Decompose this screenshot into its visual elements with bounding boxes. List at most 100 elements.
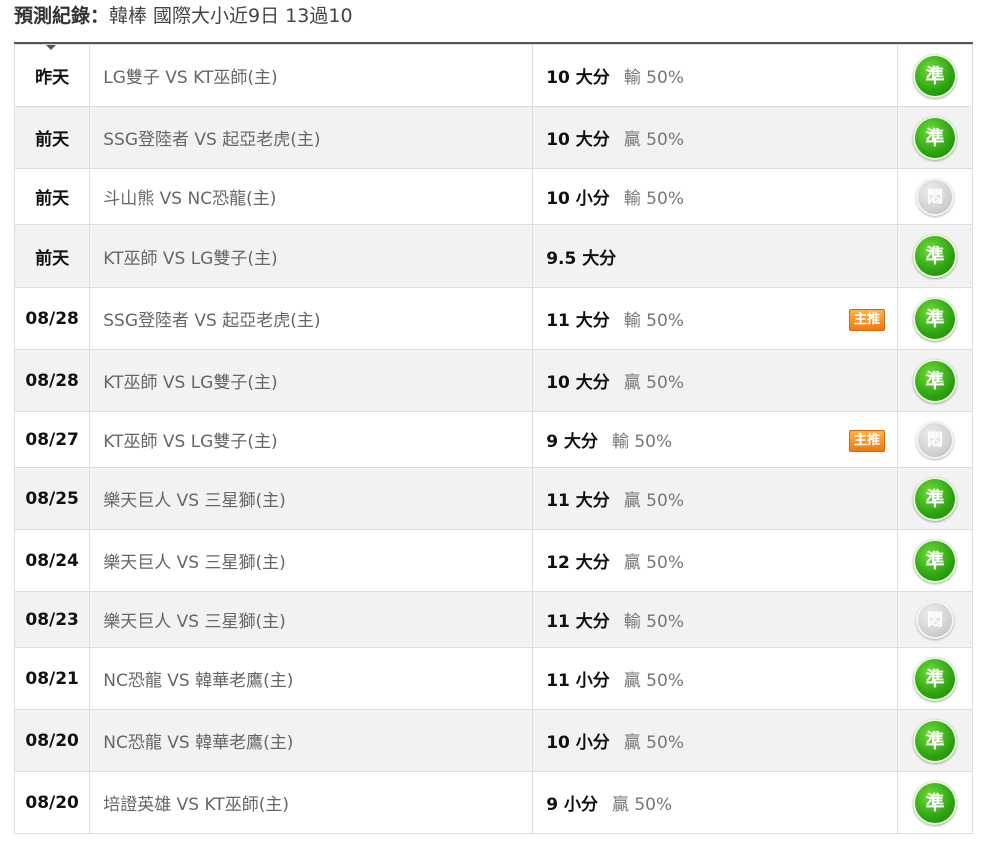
row-pick-cell: 11 小分贏 50% <box>532 647 899 710</box>
row-result-cell: 準 <box>897 224 973 288</box>
row-date: 前天 <box>13 224 91 288</box>
row-result-cell: 準 <box>897 529 973 592</box>
row-pick: 11 大分 <box>546 311 610 331</box>
row-date: 08/28 <box>13 349 91 412</box>
row-pick-odds: 贏 50% <box>623 491 684 511</box>
result-accurate-icon: 準 <box>913 358 958 403</box>
row-result-cell: 準 <box>897 106 973 169</box>
row-pick-odds: 贏 50% <box>623 553 684 573</box>
table-row: 08/28 SSG登陸者 VS 起亞老虎(主) 11 大分輸 50% 主推 準 <box>13 287 973 350</box>
result-accurate-icon: 準 <box>913 115 958 160</box>
row-match[interactable]: SSG登陸者 VS 起亞老虎(主) <box>89 287 534 350</box>
row-result-cell: 悶 <box>897 411 973 468</box>
row-pick-cell: 9.5 大分 <box>532 224 899 288</box>
row-date: 08/24 <box>13 529 91 592</box>
row-match[interactable]: KT巫師 VS LG雙子(主) <box>89 411 534 468</box>
row-result-cell: 準 <box>897 709 973 772</box>
table-row: 08/20 NC恐龍 VS 韓華老鷹(主) 10 小分贏 50% 準 <box>13 709 973 772</box>
row-pick-cell: 12 大分贏 50% <box>532 529 899 592</box>
result-accurate-icon: 準 <box>913 780 958 825</box>
row-match[interactable]: SSG登陸者 VS 起亞老虎(主) <box>89 106 534 169</box>
row-pick: 9.5 大分 <box>546 248 617 269</box>
row-result-cell: 準 <box>897 349 973 412</box>
row-pick: 9 大分 <box>546 432 598 452</box>
row-date: 08/20 <box>13 771 91 834</box>
row-pick-cell: 11 大分贏 50% <box>532 467 899 530</box>
row-result-cell: 準 <box>897 287 973 350</box>
row-result-cell: 悶 <box>897 168 973 225</box>
row-pick-cell: 10 大分贏 50% <box>532 349 899 412</box>
row-match[interactable]: KT巫師 VS LG雙子(主) <box>89 224 534 288</box>
table-row: 前天 KT巫師 VS LG雙子(主) 9.5 大分 準 <box>13 224 973 288</box>
row-match[interactable]: 樂天巨人 VS 三星獅(主) <box>89 529 534 592</box>
row-pick: 10 小分 <box>546 733 610 753</box>
row-pick: 9 小分 <box>546 795 598 815</box>
header-title: 韓棒 國際大小近9日 13過10 <box>109 5 353 27</box>
result-accurate-icon: 準 <box>913 296 958 341</box>
row-match[interactable]: 樂天巨人 VS 三星獅(主) <box>89 467 534 530</box>
row-pick-odds: 贏 50% <box>623 130 684 150</box>
row-result-cell: 悶 <box>897 591 973 648</box>
result-accurate-icon: 準 <box>913 476 958 521</box>
table-row: 08/21 NC恐龍 VS 韓華老鷹(主) 11 小分贏 50% 準 <box>13 647 973 710</box>
row-pick: 10 大分 <box>546 68 610 88</box>
result-accurate-icon: 準 <box>913 538 958 583</box>
row-date: 前天 <box>13 106 91 169</box>
featured-pick-badge: 主推 <box>849 429 886 452</box>
featured-pick-badge: 主推 <box>849 308 886 331</box>
row-date: 08/21 <box>13 647 91 710</box>
table-row: 前天 SSG登陸者 VS 起亞老虎(主) 10 大分贏 50% 準 <box>13 106 973 169</box>
row-pick-cell: 10 小分贏 50% <box>532 709 899 772</box>
row-pick: 10 小分 <box>546 189 610 209</box>
row-pick-cell: 10 大分輸 50% <box>532 44 899 107</box>
row-pick-odds: 輸 50% <box>623 311 684 331</box>
row-match[interactable]: 斗山熊 VS NC恐龍(主) <box>89 168 534 225</box>
row-result-cell: 準 <box>897 771 973 834</box>
row-date: 08/25 <box>13 467 91 530</box>
row-pick-cell: 9 大分輸 50% 主推 <box>532 411 899 468</box>
row-pick: 10 大分 <box>546 130 610 150</box>
row-date: 前天 <box>13 168 91 225</box>
row-match[interactable]: LG雙子 VS KT巫師(主) <box>89 44 534 107</box>
row-pick-odds: 贏 50% <box>623 373 684 393</box>
row-match[interactable]: 培證英雄 VS KT巫師(主) <box>89 771 534 834</box>
row-date: 08/28 <box>13 287 91 350</box>
row-pick-odds: 輸 50% <box>611 432 673 452</box>
row-date: 08/23 <box>13 591 91 648</box>
page-header: 預測紀錄：韓棒 國際大小近9日 13過10 <box>14 0 353 34</box>
row-result-cell: 準 <box>897 44 973 107</box>
row-pick-odds: 贏 50% <box>611 795 673 815</box>
table-row: 08/24 樂天巨人 VS 三星獅(主) 12 大分贏 50% 準 <box>13 529 973 592</box>
row-result-cell: 準 <box>897 647 973 710</box>
result-miss-icon: 悶 <box>916 177 955 216</box>
header-label: 預測紀錄： <box>14 5 110 27</box>
result-accurate-icon: 準 <box>913 234 958 278</box>
table-row: 08/20 培證英雄 VS KT巫師(主) 9 小分贏 50% 準 <box>13 771 973 834</box>
row-pick-cell: 9 小分贏 50% <box>532 771 899 834</box>
row-match[interactable]: KT巫師 VS LG雙子(主) <box>89 349 534 412</box>
table-row: 昨天 LG雙子 VS KT巫師(主) 10 大分輸 50% 準 <box>13 44 973 107</box>
row-match[interactable]: NC恐龍 VS 韓華老鷹(主) <box>89 709 534 772</box>
table-row: 08/27 KT巫師 VS LG雙子(主) 9 大分輸 50% 主推 悶 <box>13 411 973 468</box>
row-pick-odds: 輸 50% <box>623 68 684 88</box>
row-pick: 10 大分 <box>546 373 610 393</box>
prediction-table: 昨天 LG雙子 VS KT巫師(主) 10 大分輸 50% 準前天 SSG登陸者 VS … <box>13 44 973 834</box>
table-row: 08/28 KT巫師 VS LG雙子(主) 10 大分贏 50% 準 <box>13 349 973 412</box>
row-match[interactable]: NC恐龍 VS 韓華老鷹(主) <box>89 647 534 710</box>
result-accurate-icon: 準 <box>913 718 958 763</box>
result-miss-icon: 悶 <box>916 600 955 639</box>
row-result-cell: 準 <box>897 467 973 530</box>
row-pick: 11 小分 <box>546 671 610 691</box>
row-pick-cell: 11 大分輸 50% <box>532 591 899 648</box>
table-row: 前天 斗山熊 VS NC恐龍(主) 10 小分輸 50% 悶 <box>13 168 973 225</box>
row-pick-odds: 贏 50% <box>623 671 684 691</box>
row-pick-cell: 11 大分輸 50% 主推 <box>532 287 899 350</box>
row-pick-odds: 輸 50% <box>623 612 684 632</box>
row-pick-odds: 輸 50% <box>623 189 684 209</box>
prediction-table-body: 昨天 LG雙子 VS KT巫師(主) 10 大分輸 50% 準前天 SSG登陸者 VS … <box>13 44 973 834</box>
row-date: 昨天 <box>13 44 91 107</box>
row-pick-odds: 贏 50% <box>623 733 684 753</box>
row-match[interactable]: 樂天巨人 VS 三星獅(主) <box>89 591 534 648</box>
result-miss-icon: 悶 <box>916 420 955 459</box>
row-pick-cell: 10 大分贏 50% <box>532 106 899 169</box>
